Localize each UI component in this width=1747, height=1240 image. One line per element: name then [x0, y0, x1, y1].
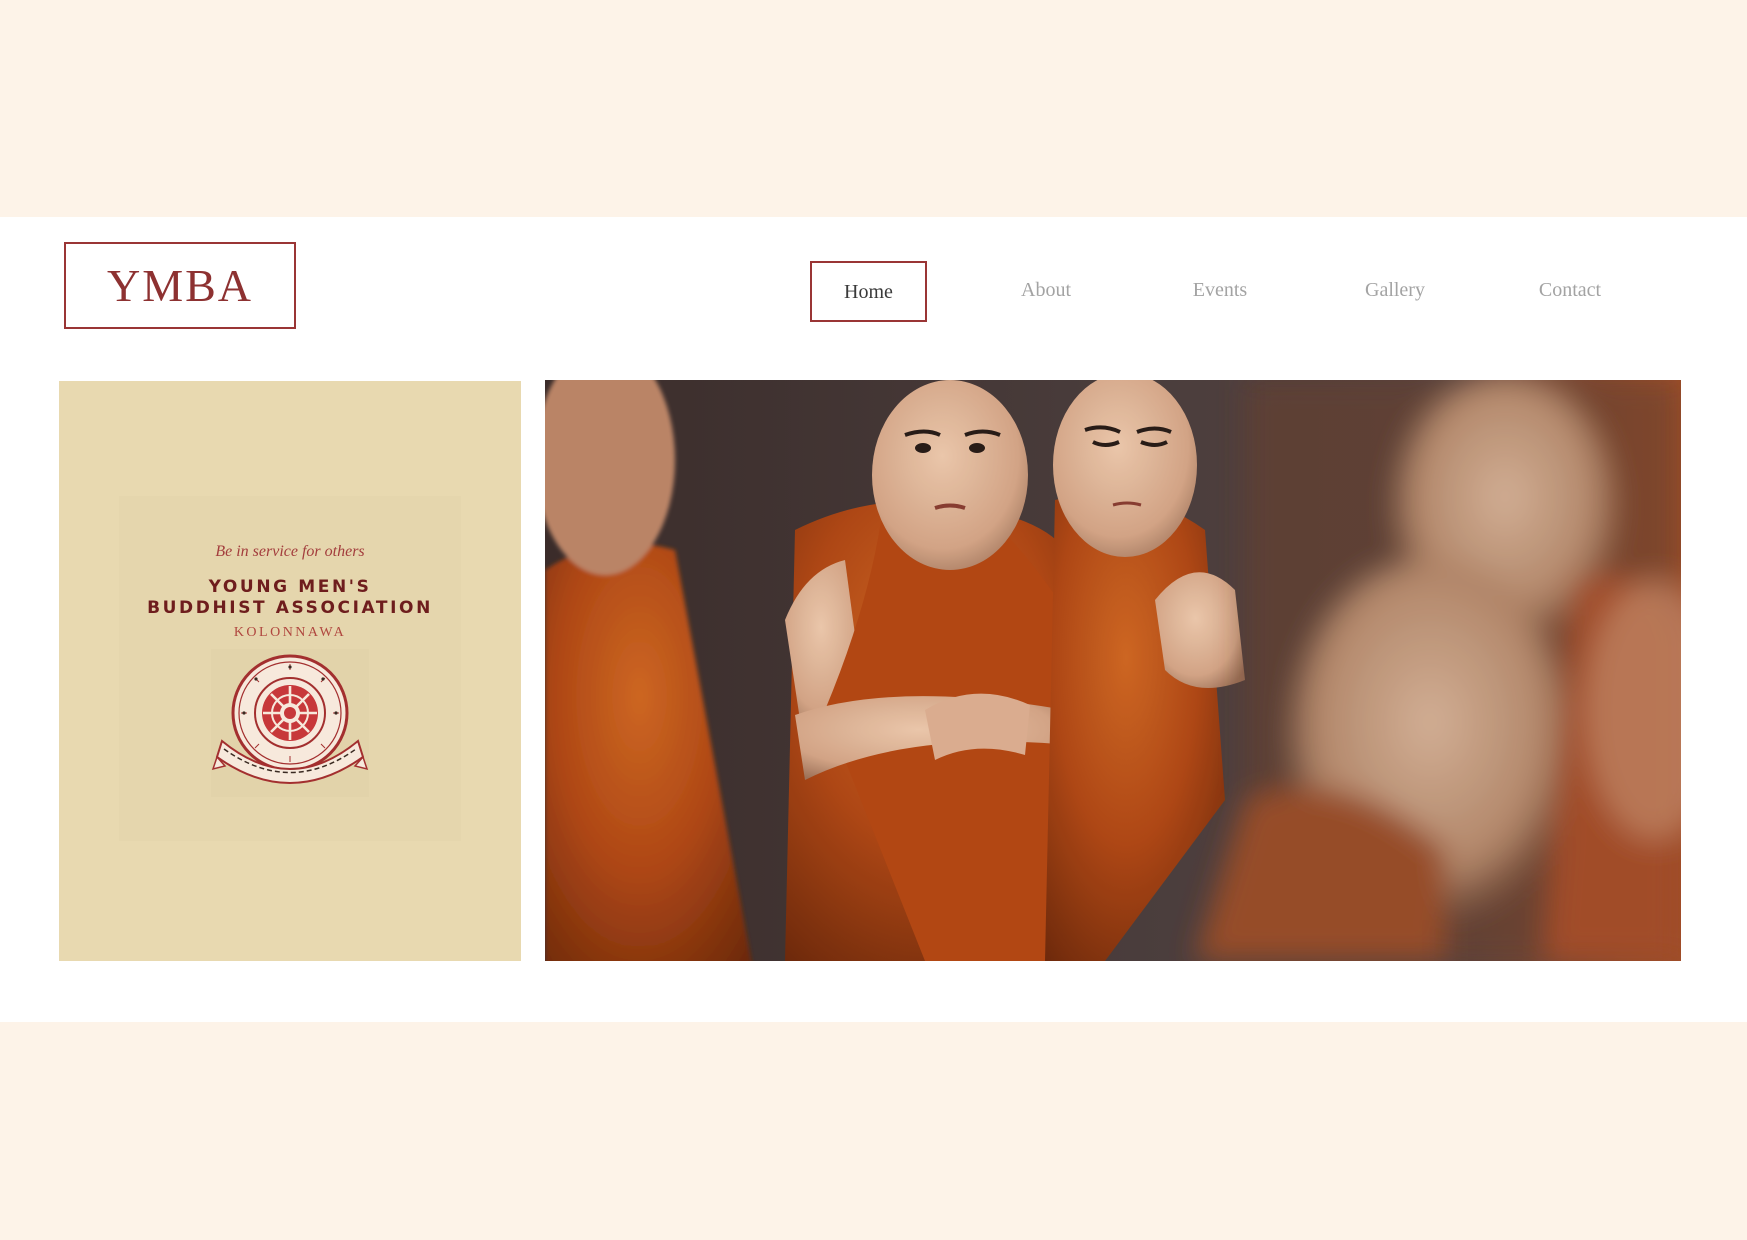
association-name-line2: BUDDHIST ASSOCIATION: [147, 598, 433, 618]
tagline: Be in service for others: [215, 543, 365, 560]
nav-gallery[interactable]: Gallery: [1335, 261, 1455, 322]
dharma-wheel-emblem-icon: [211, 654, 369, 784]
hero-image: [545, 380, 1681, 961]
association-name: YOUNG MEN'S BUDDHIST ASSOCIATION: [59, 577, 521, 619]
young-monks-photo: [545, 380, 1681, 961]
nav-contact[interactable]: Contact: [1510, 261, 1630, 322]
logo-text: YMBA: [106, 260, 254, 311]
association-location: KOLONNAWA: [233, 625, 347, 640]
association-emblem: [211, 649, 369, 797]
association-card: Be in service for others YOUNG MEN'S BUD…: [59, 381, 521, 961]
main-nav: Home About Events Gallery Contact: [810, 261, 1660, 322]
site-logo[interactable]: YMBA: [64, 242, 296, 329]
nav-about[interactable]: About: [986, 261, 1106, 322]
nav-events[interactable]: Events: [1160, 261, 1280, 322]
nav-home[interactable]: Home: [810, 261, 927, 322]
association-name-line1: YOUNG MEN'S: [208, 577, 372, 597]
